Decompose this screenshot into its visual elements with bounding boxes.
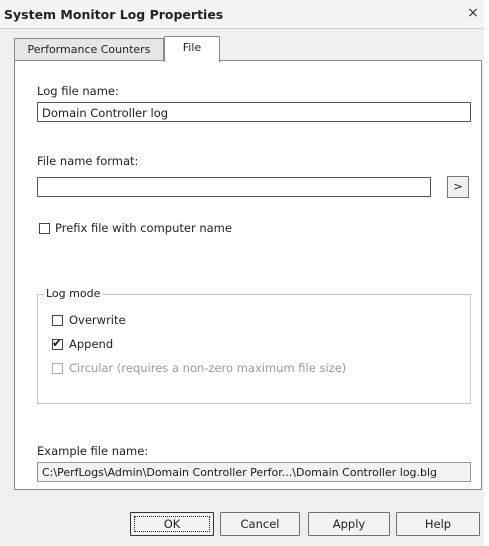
overwrite-checkbox[interactable] — [52, 315, 63, 326]
tab-label: File — [182, 41, 202, 54]
tab-file[interactable]: File — [164, 36, 220, 62]
example-file-name-field: C:\PerfLogs\Admin\Domain Controller Perf… — [37, 462, 471, 482]
title-bar[interactable]: System Monitor Log Properties × — [0, 0, 484, 29]
example-file-name-label: Example file name: — [37, 444, 149, 458]
append-label: Append — [69, 337, 114, 351]
cancel-button[interactable]: Cancel — [220, 512, 300, 536]
log-file-name-input[interactable]: Domain Controller log — [37, 102, 471, 122]
log-file-name-label: Log file name: — [37, 84, 119, 98]
log-mode-group: Log mode Overwrite ✔ Append Circular (re… — [37, 287, 471, 404]
append-checkbox[interactable]: ✔ — [52, 336, 63, 350]
log-mode-legend: Log mode — [44, 287, 103, 300]
tab-performance-counters[interactable]: Performance Counters — [14, 38, 164, 61]
prefix-computer-name-checkbox[interactable] — [39, 223, 50, 234]
window-title: System Monitor Log Properties — [4, 7, 224, 22]
close-icon[interactable]: × — [464, 4, 482, 22]
checkmark-icon: ✔ — [52, 336, 63, 350]
prefix-computer-name-label: Prefix file with computer name — [55, 221, 232, 235]
file-tab-panel: Log file name: Domain Controller log Fil… — [14, 60, 482, 490]
apply-button[interactable]: Apply — [308, 512, 390, 536]
file-format-browse-button[interactable]: > — [447, 176, 469, 198]
circular-label: Circular (requires a non-zero maximum fi… — [69, 361, 347, 375]
file-name-format-label: File name format: — [37, 154, 139, 168]
focus-rectangle — [134, 516, 210, 532]
tab-label: Performance Counters — [27, 43, 151, 56]
ok-button[interactable]: OK — [130, 512, 214, 536]
file-name-format-input[interactable] — [37, 177, 431, 197]
overwrite-label: Overwrite — [69, 313, 126, 327]
properties-dialog: System Monitor Log Properties × Performa… — [0, 0, 484, 546]
help-button[interactable]: Help — [396, 512, 480, 536]
circular-checkbox[interactable] — [52, 363, 63, 374]
